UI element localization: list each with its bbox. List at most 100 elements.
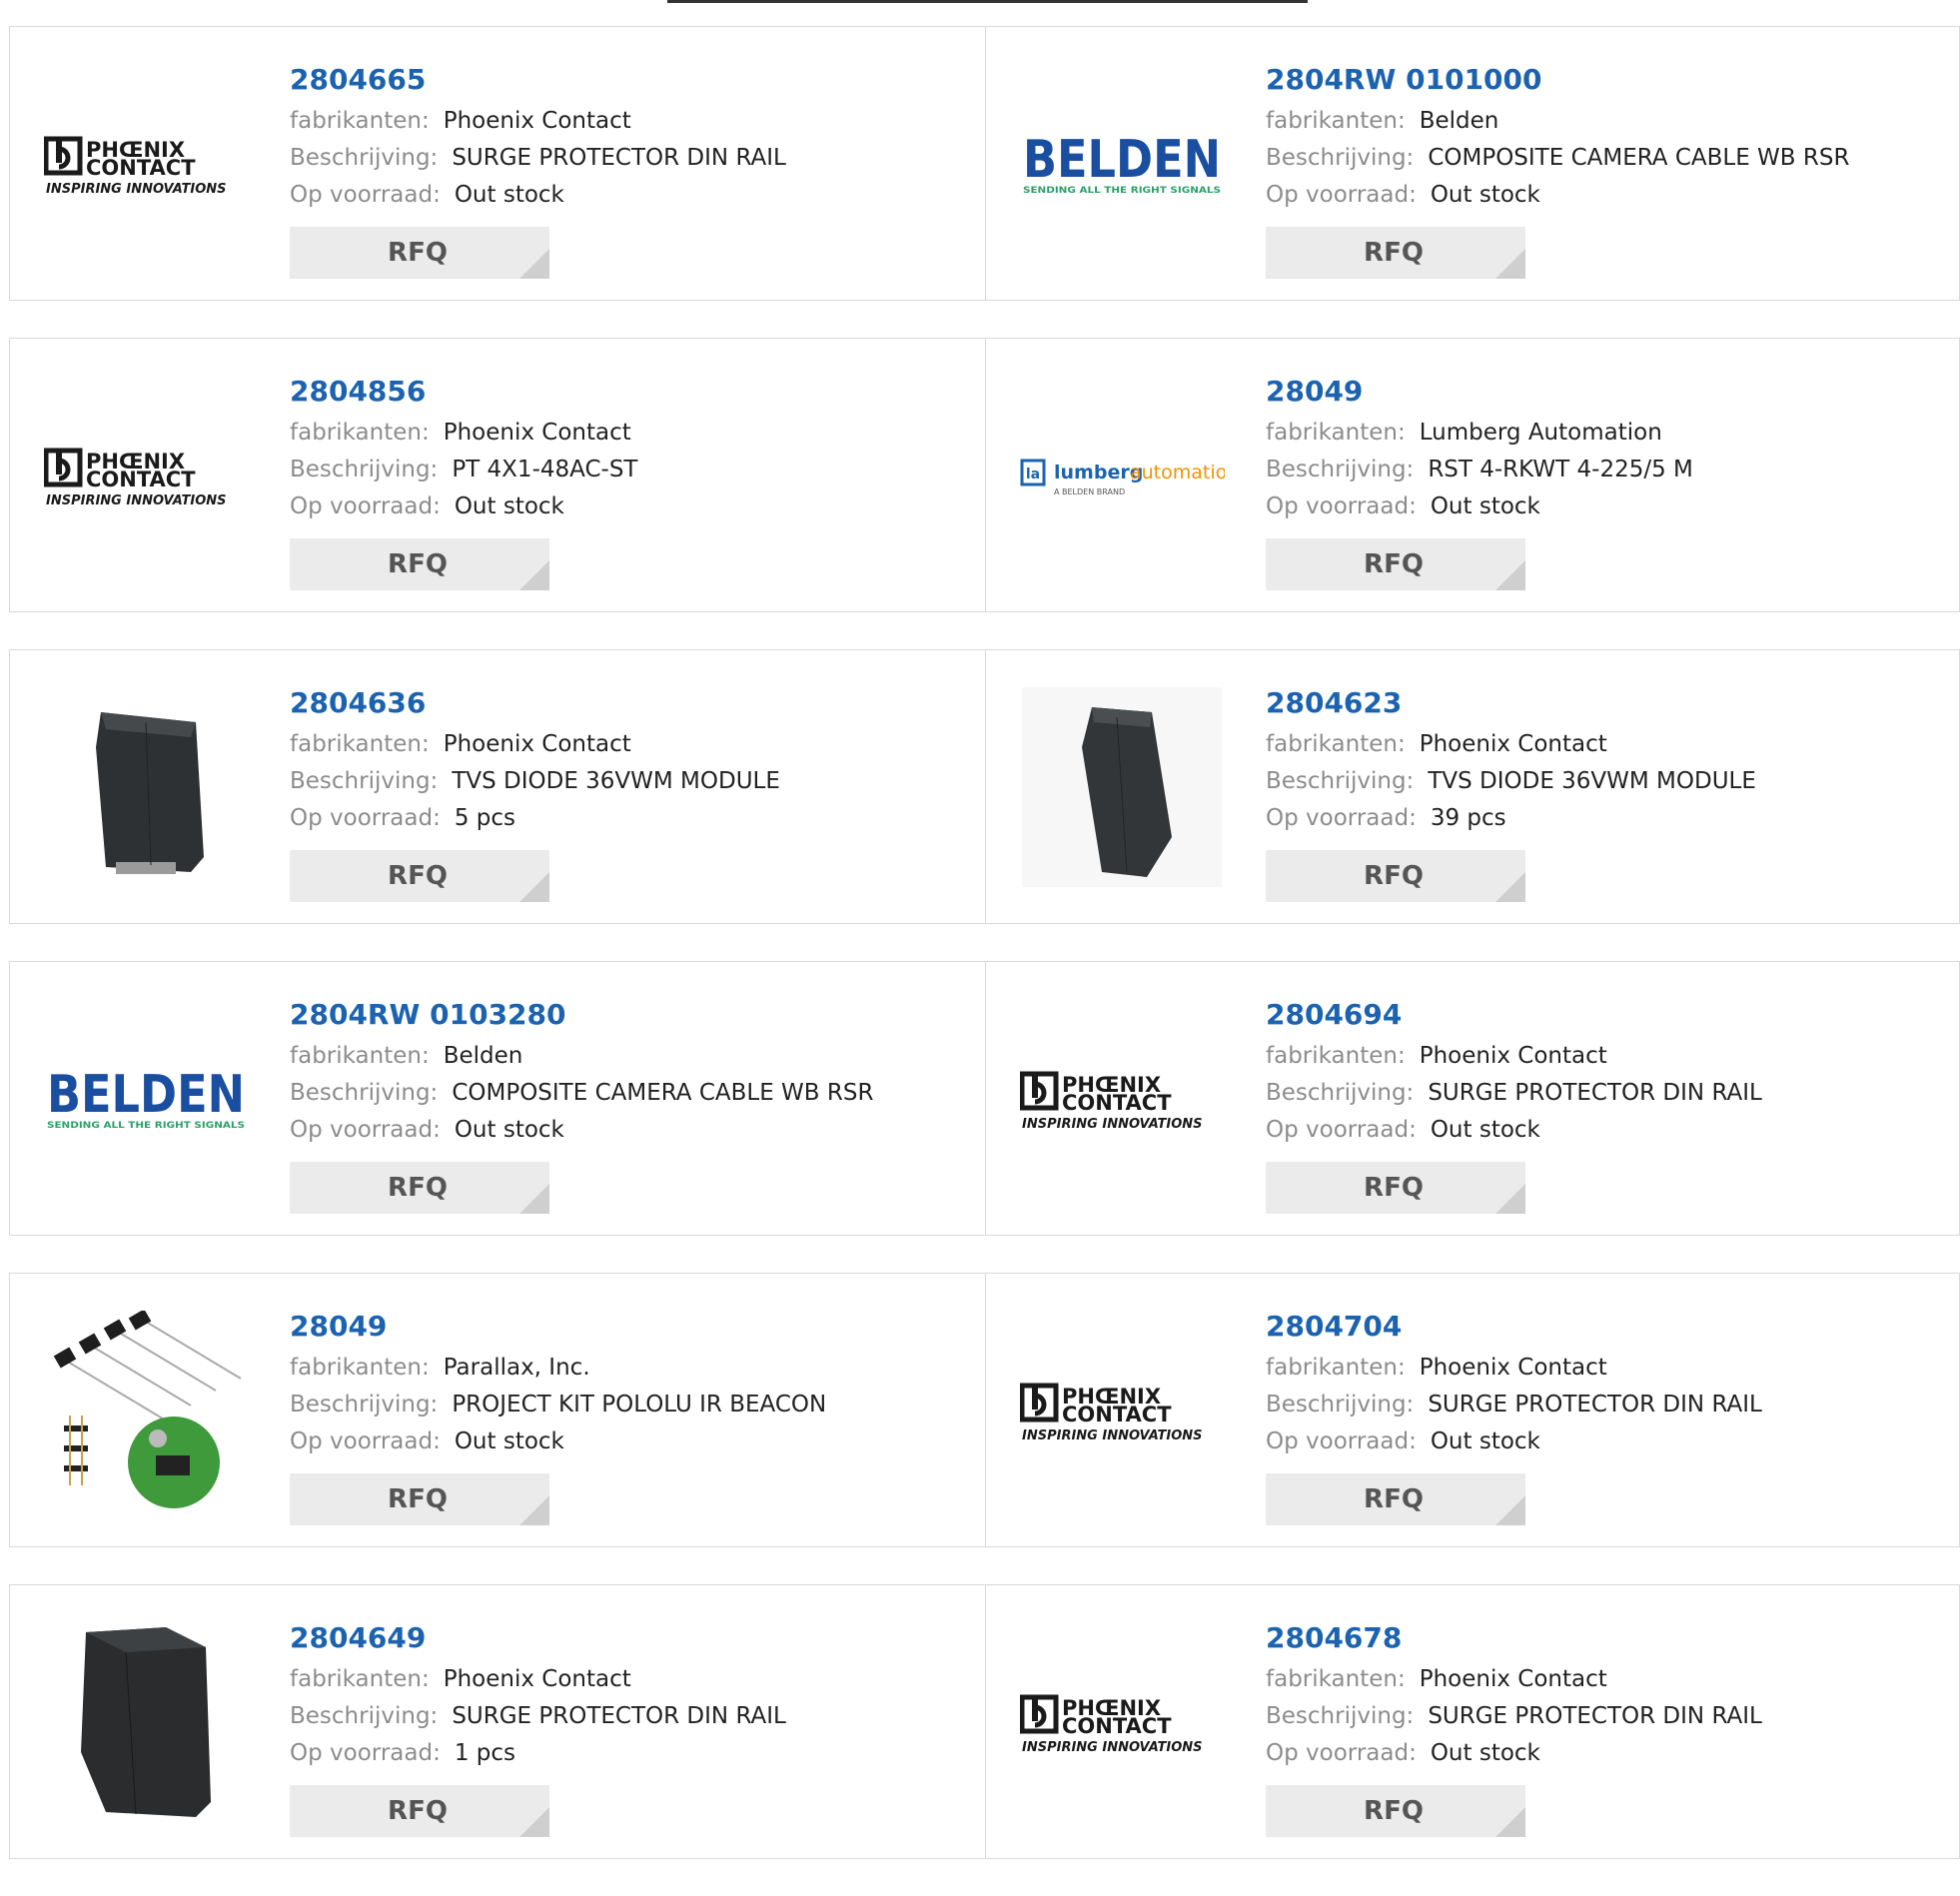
description-label: Beschrijving:	[1266, 145, 1415, 171]
description-row: Beschrijving: PT 4X1-48AC-ST	[290, 452, 637, 488]
product-image[interactable]: PHŒNIX CONTACT INSPIRING INNOVATIONS	[1016, 1311, 1228, 1510]
stock-value: Out stock	[454, 182, 564, 208]
manufacturer-label: fabrikanten:	[290, 1043, 430, 1069]
description-value: TVS DIODE 36VWM MODULE	[452, 768, 780, 794]
rfq-button[interactable]: RFQ	[290, 1785, 549, 1837]
product-row: BELDEN SENDING ALL THE RIGHT SIGNALS 280…	[9, 961, 1960, 1236]
stock-value: Out stock	[1430, 1117, 1540, 1143]
rfq-button[interactable]: RFQ	[290, 1162, 549, 1214]
rfq-button[interactable]: RFQ	[290, 850, 549, 902]
part-number-link[interactable]: 2804856	[290, 369, 637, 415]
product-card: PHŒNIX CONTACT INSPIRING INNOVATIONS 280…	[986, 1273, 1960, 1547]
manufacturer-value: Belden	[1419, 108, 1499, 134]
rfq-button[interactable]: RFQ	[1266, 1785, 1525, 1837]
manufacturer-value: Lumberg Automation	[1419, 420, 1662, 446]
part-number-link[interactable]: 2804RW 0103280	[290, 992, 873, 1038]
product-image[interactable]: PHŒNIX CONTACT INSPIRING INNOVATIONS	[40, 376, 252, 575]
corner-triangle-icon	[1495, 560, 1525, 590]
part-number-link[interactable]: 2804623	[1266, 680, 1756, 726]
part-number-link[interactable]: 2804RW 0101000	[1266, 57, 1849, 103]
corner-triangle-icon	[519, 560, 549, 590]
rfq-button[interactable]: RFQ	[1266, 1162, 1525, 1214]
manufacturer-label: fabrikanten:	[1266, 420, 1406, 446]
rfq-button[interactable]: RFQ	[1266, 1473, 1525, 1525]
description-label: Beschrijving:	[1266, 1080, 1415, 1106]
phoenix-contact-logo: PHŒNIX CONTACT INSPIRING INNOVATIONS	[43, 448, 227, 508]
corner-triangle-icon	[1495, 1495, 1525, 1525]
rfq-button[interactable]: RFQ	[1266, 850, 1525, 902]
description-row: Beschrijving: SURGE PROTECTOR DIN RAIL	[1266, 1698, 1762, 1735]
rfq-button[interactable]: RFQ	[290, 538, 549, 590]
product-card: 2804636 fabrikanten: Phoenix Contact Besc…	[9, 649, 986, 924]
manufacturer-row: fabrikanten: Phoenix Contact	[290, 1661, 786, 1698]
svg-text:INSPIRING INNOVATIONS: INSPIRING INNOVATIONS	[1022, 1740, 1203, 1755]
description-label: Beschrijving:	[290, 145, 439, 171]
product-image[interactable]: PHŒNIX CONTACT INSPIRING INNOVATIONS	[1016, 999, 1228, 1199]
product-image[interactable]: PHŒNIX CONTACT INSPIRING INNOVATIONS	[40, 64, 252, 264]
manufacturer-row: fabrikanten: Phoenix Contact	[1266, 726, 1756, 763]
part-number-link[interactable]: 2804649	[290, 1615, 786, 1661]
description-label: Beschrijving:	[290, 1080, 439, 1106]
part-number-link[interactable]: 2804704	[1266, 1304, 1762, 1350]
manufacturer-row: fabrikanten: Belden	[1266, 103, 1849, 140]
svg-text:CONTACT: CONTACT	[1062, 1091, 1172, 1115]
part-number-link[interactable]: 2804665	[290, 57, 786, 103]
svg-text:INSPIRING INNOVATIONS: INSPIRING INNOVATIONS	[46, 493, 227, 508]
corner-triangle-icon	[519, 872, 549, 902]
description-row: Beschrijving: TVS DIODE 36VWM MODULE	[1266, 763, 1756, 800]
product-image[interactable]	[40, 1622, 252, 1822]
corner-triangle-icon	[519, 1807, 549, 1837]
part-number-link[interactable]: 28049	[290, 1304, 826, 1350]
manufacturer-label: fabrikanten:	[1266, 1355, 1406, 1381]
manufacturer-label: fabrikanten:	[290, 420, 430, 446]
part-number-link[interactable]: 2804636	[290, 680, 780, 726]
belden-logo: BELDEN SENDING ALL THE RIGHT SIGNALS	[1023, 130, 1221, 196]
stock-row: Op voorraad: Out stock	[290, 1423, 826, 1460]
product-image[interactable]	[40, 1311, 252, 1510]
corner-triangle-icon	[1495, 249, 1525, 279]
rfq-label: RFQ	[388, 549, 448, 579]
manufacturer-row: fabrikanten: Phoenix Contact	[1266, 1661, 1762, 1698]
product-image[interactable]: la lumberg automation A BELDEN BRAND	[1016, 376, 1228, 575]
product-card: PHŒNIX CONTACT INSPIRING INNOVATIONS 280…	[986, 1584, 1960, 1859]
description-label: Beschrijving:	[290, 1392, 439, 1418]
product-image[interactable]	[40, 687, 252, 887]
stock-value: Out stock	[454, 1117, 564, 1143]
svg-text:CONTACT: CONTACT	[1062, 1403, 1172, 1426]
product-row: PHŒNIX CONTACT INSPIRING INNOVATIONS 280…	[9, 338, 1960, 612]
stock-value: Out stock	[1430, 1740, 1540, 1766]
product-card: 28049 fabrikanten: Parallax, Inc. Beschri…	[9, 1273, 986, 1547]
manufacturer-value: Phoenix Contact	[443, 108, 631, 134]
manufacturer-label: fabrikanten:	[290, 1355, 430, 1381]
product-image[interactable]: PHŒNIX CONTACT INSPIRING INNOVATIONS	[1016, 1622, 1228, 1822]
product-image[interactable]	[1016, 687, 1228, 887]
rfq-button[interactable]: RFQ	[1266, 227, 1525, 279]
rfq-button[interactable]: RFQ	[1266, 538, 1525, 590]
corner-triangle-icon	[1495, 1184, 1525, 1214]
stock-value: Out stock	[454, 1428, 564, 1454]
part-number-link[interactable]: 28049	[1266, 369, 1693, 415]
stock-label: Op voorraad:	[1266, 182, 1417, 208]
phoenix-contact-logo: PHŒNIX CONTACT INSPIRING INNOVATIONS	[43, 136, 226, 197]
manufacturer-label: fabrikanten:	[290, 108, 430, 134]
product-image[interactable]: BELDEN SENDING ALL THE RIGHT SIGNALS	[40, 999, 252, 1199]
product-card: 2804649 fabrikanten: Phoenix Contact Besc…	[9, 1584, 986, 1859]
corner-triangle-icon	[1495, 1807, 1525, 1837]
part-number-link[interactable]: 2804678	[1266, 1615, 1762, 1661]
manufacturer-row: fabrikanten: Phoenix Contact	[290, 726, 780, 763]
rfq-button[interactable]: RFQ	[290, 1473, 549, 1525]
stock-label: Op voorraad:	[290, 1117, 441, 1143]
description-value: SURGE PROTECTOR DIN RAIL	[1428, 1392, 1762, 1418]
product-image[interactable]: BELDEN SENDING ALL THE RIGHT SIGNALS	[1016, 64, 1228, 264]
rfq-label: RFQ	[388, 1796, 448, 1826]
part-number-link[interactable]: 2804694	[1266, 992, 1762, 1038]
corner-triangle-icon	[1495, 872, 1525, 902]
svg-text:la: la	[1025, 467, 1039, 482]
description-label: Beschrijving:	[1266, 1392, 1415, 1418]
rfq-label: RFQ	[1364, 549, 1424, 579]
manufacturer-row: fabrikanten: Parallax, Inc.	[290, 1350, 826, 1387]
product-card: BELDEN SENDING ALL THE RIGHT SIGNALS 280…	[986, 26, 1960, 301]
rfq-button[interactable]: RFQ	[290, 227, 549, 279]
manufacturer-value: Phoenix Contact	[443, 1666, 631, 1692]
product-card: BELDEN SENDING ALL THE RIGHT SIGNALS 280…	[9, 961, 986, 1236]
